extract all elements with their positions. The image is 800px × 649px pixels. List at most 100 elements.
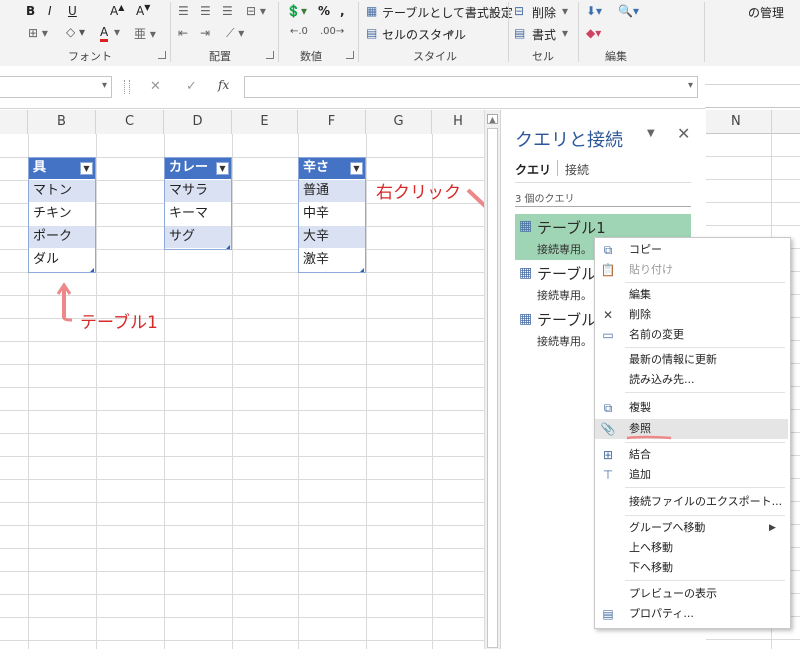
- menu-separator: [625, 347, 785, 348]
- menu-item-append[interactable]: ⊤ 追加: [595, 465, 788, 485]
- divider: [515, 182, 691, 183]
- bold-button[interactable]: B: [26, 4, 35, 18]
- grid-row-line: [0, 479, 484, 480]
- column-header-a[interactable]: [0, 110, 28, 134]
- grid-row-line: [0, 525, 484, 526]
- borders-icon[interactable]: ⊞ ▾: [28, 26, 48, 40]
- divider: [771, 110, 772, 134]
- scroll-up-icon[interactable]: ▲: [487, 114, 498, 124]
- table2-resize-handle[interactable]: [226, 245, 230, 249]
- menu-item-refresh[interactable]: 最新の情報に更新: [595, 350, 788, 370]
- format-as-table-icon[interactable]: ▦: [366, 4, 377, 18]
- close-icon[interactable]: ✕: [677, 124, 690, 143]
- menu-item-move-up[interactable]: 上へ移動: [595, 538, 788, 558]
- format-dropdown-icon[interactable]: ▾: [562, 26, 568, 40]
- menu-item-duplicate[interactable]: ⧉ 複製: [595, 398, 788, 418]
- number-dialog-launcher-icon[interactable]: [346, 51, 354, 59]
- menu-item-load-to[interactable]: 読み込み先...: [595, 370, 788, 390]
- accounting-format-icon[interactable]: 💲▾: [286, 4, 307, 18]
- decrease-indent-icon[interactable]: ⇤: [178, 26, 188, 40]
- comma-style-button[interactable]: ,: [340, 4, 345, 18]
- delete-cells-icon[interactable]: ⊟: [514, 4, 524, 18]
- column-header-b[interactable]: B: [28, 110, 96, 134]
- column-header-d[interactable]: D: [164, 110, 232, 134]
- grip-icon[interactable]: [124, 80, 130, 94]
- menu-separator: [625, 392, 785, 393]
- tab-queries[interactable]: クエリ: [515, 161, 551, 178]
- cancel-icon[interactable]: ✕: [150, 79, 161, 94]
- align-left-icon[interactable]: ☰: [178, 4, 189, 18]
- divider: [358, 2, 359, 62]
- menu-item-edit[interactable]: 編集: [595, 285, 788, 305]
- align-right-icon[interactable]: ☰: [222, 4, 233, 18]
- formula-input[interactable]: ▾: [244, 76, 698, 98]
- increase-decimal-icon[interactable]: ←.0: [290, 26, 308, 37]
- column-header-row: B C D E F G H: [0, 110, 484, 135]
- increase-indent-icon[interactable]: ⇥: [200, 26, 210, 40]
- merge-cells-icon[interactable]: ⊟ ▾: [246, 4, 266, 18]
- vertical-scrollbar[interactable]: ▲: [484, 110, 501, 649]
- column-header-g[interactable]: G: [366, 110, 432, 134]
- menu-item-merge[interactable]: ⊞ 結合: [595, 445, 788, 465]
- delete-cells-button[interactable]: 削除: [532, 4, 556, 21]
- query-name: テーブル1: [537, 219, 606, 237]
- cell-styles-dropdown-icon[interactable]: ▾: [448, 26, 454, 40]
- name-box[interactable]: ▾: [0, 76, 112, 98]
- increase-font-icon[interactable]: A▲: [110, 3, 124, 18]
- fill-color-icon[interactable]: ◇ ▾: [66, 25, 85, 39]
- table1-border: [28, 157, 96, 273]
- font-color-icon[interactable]: A: [100, 25, 109, 42]
- column-header-e[interactable]: E: [232, 110, 298, 134]
- menu-item-move-down[interactable]: 下へ移動: [595, 558, 788, 578]
- annotation-table1: テーブル1: [80, 313, 158, 333]
- pane-options-icon[interactable]: ▼: [647, 128, 655, 139]
- column-header-f[interactable]: F: [298, 110, 366, 134]
- scrollbar-thumb[interactable]: [487, 128, 498, 648]
- table-icon: ▦: [519, 311, 533, 327]
- phonetic-icon[interactable]: 亜 ▾: [134, 25, 156, 42]
- cell-styles-icon[interactable]: ▤: [366, 26, 377, 40]
- menu-item-move-to-group[interactable]: グループへ移動 ▶: [595, 518, 788, 538]
- column-header-n[interactable]: N: [731, 114, 741, 129]
- format-cells-icon[interactable]: ▤: [514, 26, 525, 40]
- grid-row-line: [0, 617, 484, 618]
- format-cells-button[interactable]: 書式: [532, 26, 556, 43]
- menu-item-delete[interactable]: ✕ 削除: [595, 305, 788, 325]
- column-header-c[interactable]: C: [96, 110, 164, 134]
- menu-item-show-preview[interactable]: プレビューの表示: [595, 584, 788, 604]
- table1-resize-handle[interactable]: [90, 268, 94, 272]
- menu-item-reference[interactable]: 📎 参照: [595, 419, 788, 440]
- font-dialog-launcher-icon[interactable]: [158, 51, 166, 59]
- menu-item-copy[interactable]: ⧉ コピー: [595, 240, 788, 260]
- tab-connections[interactable]: 接続: [565, 161, 589, 178]
- chevron-down-icon[interactable]: ▾: [102, 80, 107, 91]
- underline-button[interactable]: U: [68, 4, 77, 18]
- delete-dropdown-icon[interactable]: ▾: [562, 4, 568, 18]
- fill-down-icon[interactable]: ⬇▾: [586, 4, 602, 18]
- percent-button[interactable]: %: [318, 4, 330, 18]
- menu-item-rename[interactable]: ▭ 名前の変更: [595, 325, 788, 345]
- duplicate-icon: ⧉: [603, 401, 613, 415]
- align-center-icon[interactable]: ☰: [200, 4, 211, 18]
- menu-item-paste[interactable]: 📋 貼り付け: [595, 260, 788, 280]
- enter-icon[interactable]: ✓: [186, 79, 197, 94]
- insert-function-icon[interactable]: fx: [218, 78, 229, 92]
- properties-icon: ▤: [602, 607, 614, 621]
- column-header-h[interactable]: H: [432, 110, 484, 134]
- decrease-font-icon[interactable]: A▼: [136, 3, 150, 18]
- orientation-icon[interactable]: ⟋ ▾: [226, 26, 244, 41]
- menu-item-properties[interactable]: ▤ プロパティ...: [595, 604, 788, 624]
- italic-button[interactable]: I: [48, 4, 52, 18]
- table3-resize-handle[interactable]: [360, 268, 364, 272]
- expand-formula-icon[interactable]: ▾: [688, 80, 693, 91]
- clear-icon[interactable]: ◆▾: [586, 26, 601, 40]
- grid-row-line: [0, 387, 484, 388]
- decrease-decimal-icon[interactable]: .00→: [320, 26, 344, 37]
- divider: [508, 2, 509, 62]
- font-color-dropdown-icon[interactable]: ▾: [114, 25, 120, 39]
- find-icon[interactable]: 🔍▾: [618, 4, 639, 18]
- grid-row-line: [705, 639, 800, 640]
- format-as-table-dropdown-icon[interactable]: ▾: [490, 4, 496, 18]
- alignment-dialog-launcher-icon[interactable]: [266, 51, 274, 59]
- menu-item-export-connection[interactable]: 接続ファイルのエクスポート...: [595, 492, 788, 512]
